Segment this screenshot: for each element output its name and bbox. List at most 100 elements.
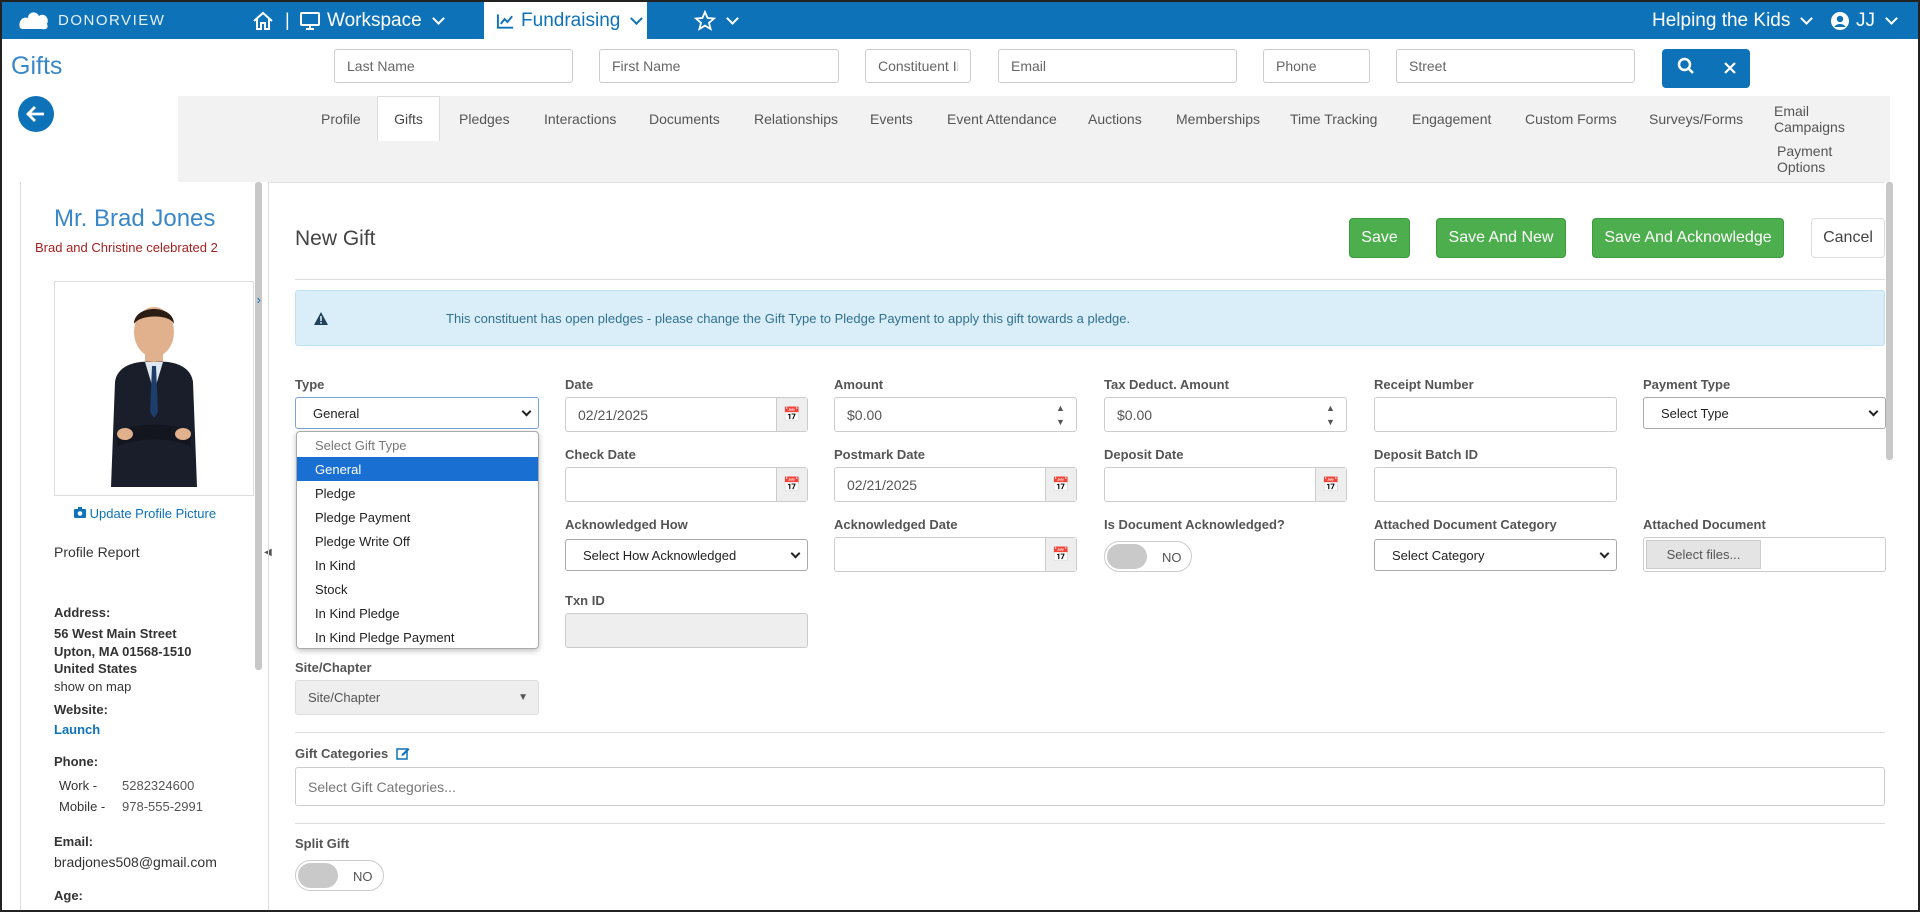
warning-icon [314,312,328,325]
calendar-icon[interactable]: 📅 [1045,468,1076,501]
app-window: DONORVIEW | Workspace Fundraising Helpin… [0,0,1920,912]
favorites-menu[interactable] [694,2,743,39]
update-profile-picture-link[interactable]: Update Profile Picture [74,506,216,521]
search-button[interactable] [1677,57,1695,81]
home-button[interactable] [252,2,274,39]
option-pledge[interactable]: Pledge [297,481,538,505]
profile-report-link[interactable]: Profile Report [54,544,140,560]
workspace-menu[interactable]: Workspace [299,2,449,39]
street-input[interactable] [1396,49,1635,83]
chevron-down-icon [521,406,532,417]
option-general[interactable]: General [297,457,538,481]
select-files-button[interactable]: Select files... [1646,540,1761,569]
option-in-kind[interactable]: In Kind [297,553,538,577]
doc-acknowledged-toggle[interactable]: NO [1104,541,1192,572]
cancel-button[interactable]: Cancel [1811,218,1885,258]
fundraising-menu[interactable]: Fundraising [484,2,647,39]
tab-gifts[interactable]: Gifts [377,96,440,141]
back-button[interactable] [18,96,54,132]
organization-label: Helping the Kids [1652,9,1791,31]
tab-time-tracking[interactable]: Time Tracking [1280,96,1387,141]
calendar-icon[interactable]: 📅 [776,468,807,501]
split-gift-toggle[interactable]: NO [295,860,384,891]
clear-search-button[interactable] [1723,57,1736,80]
toggle-knob [298,863,338,888]
option-in-kind-pledge[interactable]: In Kind Pledge [297,601,538,625]
receipt-number-input[interactable] [1374,397,1617,432]
mobile-phone-label: Mobile - [59,799,106,814]
tax-deduct-stepper[interactable]: ▲ ▼ [1315,398,1346,431]
divider [295,279,1885,280]
tab-email-campaigns[interactable]: Email Campaigns [1764,96,1890,141]
txn-id-input[interactable] [565,613,808,648]
show-on-map-link[interactable]: show on map [54,679,131,694]
sidebar-scrollbar[interactable] [255,182,262,670]
acknowledged-how-select[interactable]: Select How Acknowledged [565,539,808,571]
tab-auctions[interactable]: Auctions [1078,96,1152,141]
organization-menu[interactable]: Helping the Kids [1652,2,1817,39]
chevron-down-icon [431,11,445,25]
tab-memberships[interactable]: Memberships [1166,96,1270,141]
deposit-date-label: Deposit Date [1104,447,1184,462]
tab-custom-forms[interactable]: Custom Forms [1515,96,1627,141]
deposit-batch-input[interactable] [1374,467,1617,502]
calendar-icon[interactable]: 📅 [1315,468,1346,501]
option-stock[interactable]: Stock [297,577,538,601]
tab-profile[interactable]: Profile [311,96,371,141]
option-in-kind-pledge-payment[interactable]: In Kind Pledge Payment [297,625,538,649]
toggle-knob [1107,544,1147,569]
amount-input[interactable]: $0.00 ▲ ▼ [834,397,1077,432]
tab-documents[interactable]: Documents [639,96,730,141]
save-and-new-button[interactable]: Save And New [1436,218,1566,258]
tab-engagement[interactable]: Engagement [1402,96,1501,141]
caret-down-icon: ▼ [518,692,528,703]
site-chapter-select[interactable]: Site/Chapter ▼ [295,680,539,715]
tab-payment-options[interactable]: Payment Options [1767,138,1890,180]
option-pledge-write-off[interactable]: Pledge Write Off [297,529,538,553]
date-value: 02/21/2025 [578,406,649,423]
constituent-id-input[interactable] [865,49,971,83]
deposit-date-input[interactable]: 📅 [1104,467,1347,502]
tab-relationships[interactable]: Relationships [744,96,848,141]
calendar-icon[interactable]: 📅 [1045,538,1076,571]
type-select[interactable]: General [295,397,539,429]
postmark-date-input[interactable]: 02/21/2025 📅 [834,467,1077,502]
email-input[interactable] [998,49,1237,83]
payment-type-value: Select Type [1661,405,1729,421]
profile-photo: › [54,281,261,496]
tab-interactions[interactable]: Interactions [534,96,626,141]
tab-pledges[interactable]: Pledges [449,96,520,141]
toggle-state: NO [1162,550,1182,565]
check-date-input[interactable]: 📅 [565,467,808,502]
camera-icon [74,507,86,518]
edit-icon[interactable] [396,746,410,760]
date-input[interactable]: 02/21/2025 📅 [565,397,808,432]
gift-categories-input[interactable]: Select Gift Categories... [295,767,1885,806]
type-label: Type [295,377,325,392]
tab-event-attendance[interactable]: Event Attendance [937,96,1067,141]
tax-deduct-input[interactable]: $0.00 ▲ ▼ [1104,397,1347,432]
user-menu[interactable]: JJ [1830,2,1902,39]
tab-surveys-forms[interactable]: Surveys/Forms [1639,96,1753,141]
option-select-gift-type[interactable]: Select Gift Type [297,433,538,457]
alert-text: This constituent has open pledges - plea… [446,311,1131,326]
divider [295,732,1885,733]
first-name-input[interactable] [599,49,839,83]
next-photo-icon[interactable]: › [257,292,261,307]
tab-events[interactable]: Events [860,96,923,141]
attached-category-select[interactable]: Select Category [1374,539,1617,571]
logo[interactable]: DONORVIEW [16,8,165,32]
option-pledge-payment[interactable]: Pledge Payment [297,505,538,529]
phone-input[interactable] [1263,49,1370,83]
address-line1: 56 West Main Street [54,626,177,641]
acknowledged-date-input[interactable]: 📅 [834,537,1077,572]
email-link[interactable]: bradjones508@gmail.com [54,854,217,870]
calendar-icon[interactable]: 📅 [776,398,807,431]
last-name-input[interactable] [334,49,573,83]
save-button[interactable]: Save [1349,218,1410,258]
amount-stepper[interactable]: ▲ ▼ [1045,398,1076,431]
website-launch-link[interactable]: Launch [54,722,100,737]
main-scrollbar[interactable] [1886,182,1893,460]
save-and-acknowledge-button[interactable]: Save And Acknowledge [1592,218,1784,258]
payment-type-select[interactable]: Select Type [1643,397,1886,429]
